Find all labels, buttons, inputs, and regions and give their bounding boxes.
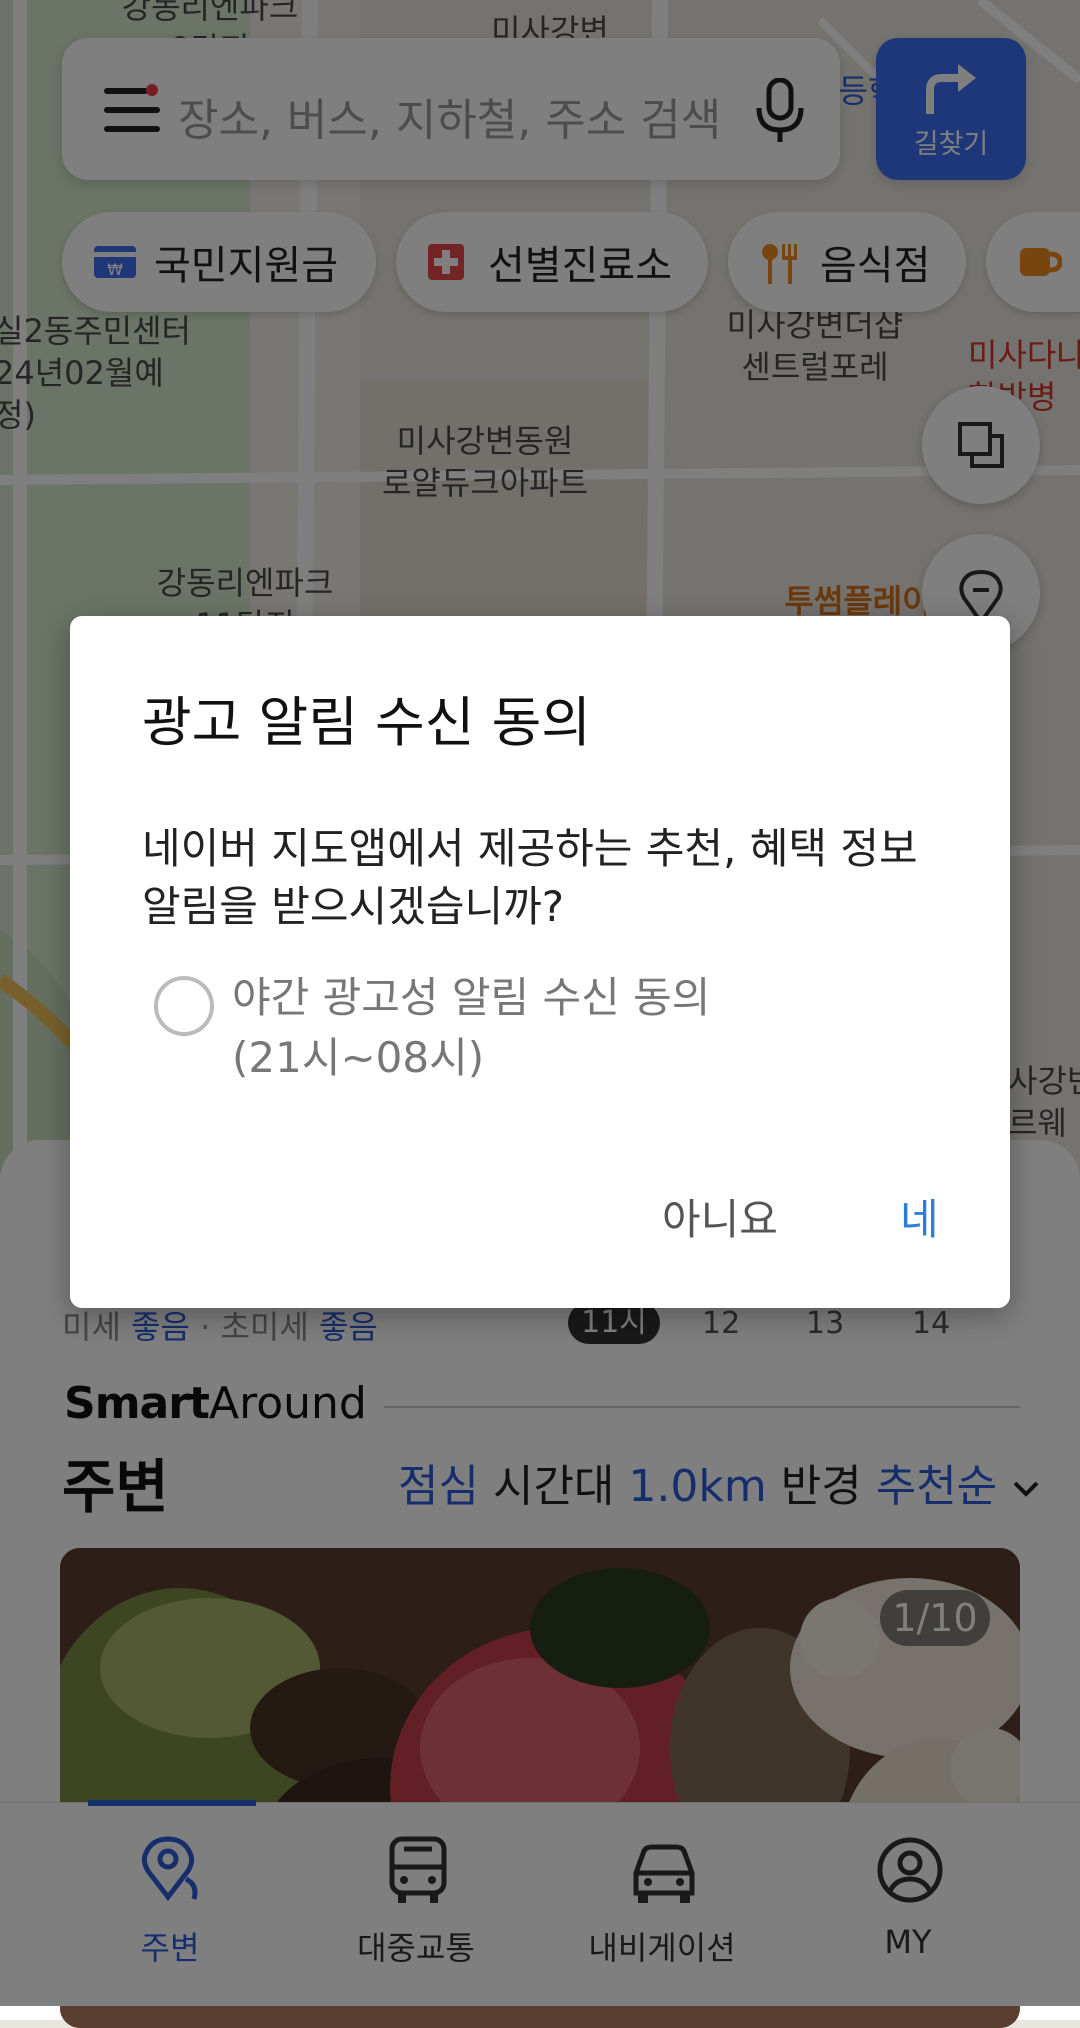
yes-button[interactable]: 네 <box>888 1176 951 1257</box>
consent-dialog: 광고 알림 수신 동의 네이버 지도앱에서 제공하는 추천, 혜택 정보 알림을… <box>70 616 1010 1308</box>
night-ads-consent-label[interactable]: 야간 광고성 알림 수신 동의(21시~08시) <box>232 968 752 1088</box>
night-ads-consent-checkbox[interactable] <box>154 976 214 1036</box>
dialog-message: 네이버 지도앱에서 제공하는 추천, 혜택 정보 알림을 받으시겠습니까? <box>142 824 918 931</box>
dialog-title: 광고 알림 수신 동의 <box>142 691 591 754</box>
no-button[interactable]: 아니요 <box>650 1176 790 1257</box>
